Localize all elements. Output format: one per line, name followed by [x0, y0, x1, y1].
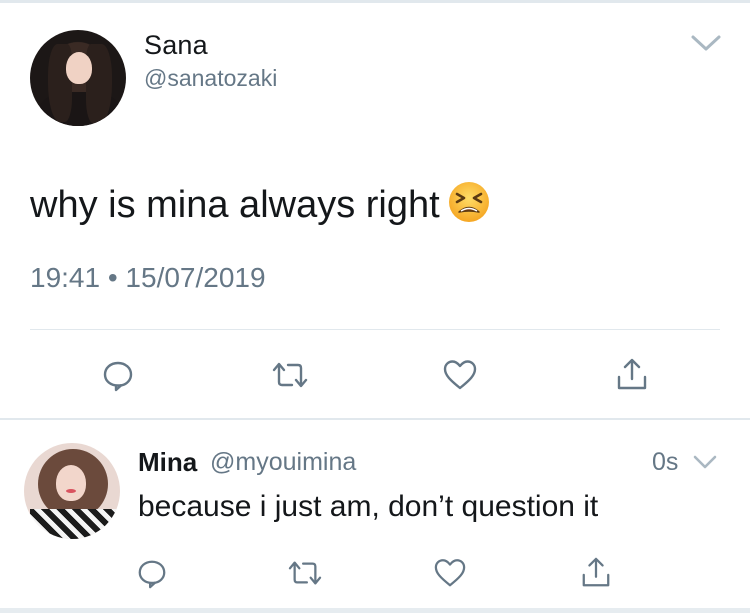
- tweet-detail-screen: Sana @sanatozaki why is mina always righ…: [0, 0, 750, 613]
- avatar[interactable]: [30, 30, 126, 126]
- reply-time: 0s: [652, 448, 679, 476]
- share-icon[interactable]: [612, 355, 652, 395]
- tweet-timestamp[interactable]: 19:41 • 15/07/2019: [30, 262, 266, 294]
- reply-author-display-name[interactable]: Mina: [138, 447, 197, 478]
- retweet-icon[interactable]: [285, 553, 325, 593]
- tweet-text: why is mina always right: [30, 181, 490, 227]
- reply-text: because i just am, don’t question it: [138, 490, 599, 523]
- tired-face-emoji: [448, 182, 489, 222]
- avatar[interactable]: [24, 443, 120, 539]
- tweet-text-content: why is mina always right: [30, 184, 440, 226]
- chevron-down-icon[interactable]: [692, 454, 718, 470]
- main-tweet: Sana @sanatozaki why is mina always righ…: [0, 3, 750, 420]
- author-display-name[interactable]: Sana: [144, 30, 208, 61]
- like-icon[interactable]: [440, 355, 480, 395]
- share-icon[interactable]: [576, 553, 616, 593]
- reply-icon[interactable]: [98, 355, 138, 395]
- retweet-icon[interactable]: [270, 355, 310, 395]
- divider: [30, 329, 720, 330]
- author-handle[interactable]: @sanatozaki: [144, 65, 277, 92]
- reply-author-handle[interactable]: @myouimina: [210, 448, 356, 477]
- chevron-down-icon[interactable]: [690, 33, 722, 53]
- reply-tweet[interactable]: Mina @myouimina 0s because i just am, do…: [0, 417, 750, 613]
- bottom-divider: [0, 608, 750, 613]
- tweet-action-bar: [0, 355, 750, 399]
- reply-action-bar: [0, 553, 750, 593]
- reply-icon[interactable]: [132, 553, 172, 593]
- like-icon[interactable]: [430, 553, 470, 593]
